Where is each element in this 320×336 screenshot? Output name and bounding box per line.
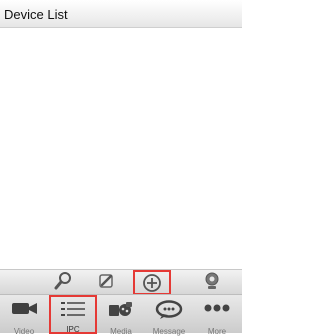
tab-message[interactable]: Message	[145, 295, 193, 336]
tab-video-label: Video	[13, 327, 35, 336]
title-bar: Device List	[0, 0, 242, 28]
edit-icon	[99, 274, 113, 288]
message-icon	[155, 300, 183, 319]
tab-media[interactable]: Media	[97, 295, 145, 336]
search-icon	[54, 272, 71, 290]
bottom-tab-bar: Video IPC Media Message More	[0, 294, 242, 336]
tab-media-label: Media	[110, 327, 132, 336]
tab-video[interactable]: Video	[0, 295, 48, 336]
device-list-area	[0, 28, 242, 269]
camera-button[interactable]	[196, 271, 228, 293]
tab-more-label: More	[207, 327, 227, 336]
tab-message-label: Message	[152, 327, 186, 336]
list-icon	[61, 302, 85, 316]
add-icon	[143, 274, 161, 292]
tab-ipc[interactable]: IPC	[49, 295, 97, 334]
page-title: Device List	[4, 7, 68, 22]
camera-webcam-icon	[205, 272, 219, 289]
edit-button[interactable]	[90, 271, 122, 293]
more-icon	[204, 304, 230, 312]
search-button[interactable]	[47, 271, 79, 293]
action-bar	[0, 269, 242, 295]
add-device-button[interactable]	[133, 270, 171, 295]
tab-more[interactable]: More	[193, 295, 241, 336]
video-camera-icon	[12, 303, 37, 314]
media-icon	[109, 302, 132, 316]
